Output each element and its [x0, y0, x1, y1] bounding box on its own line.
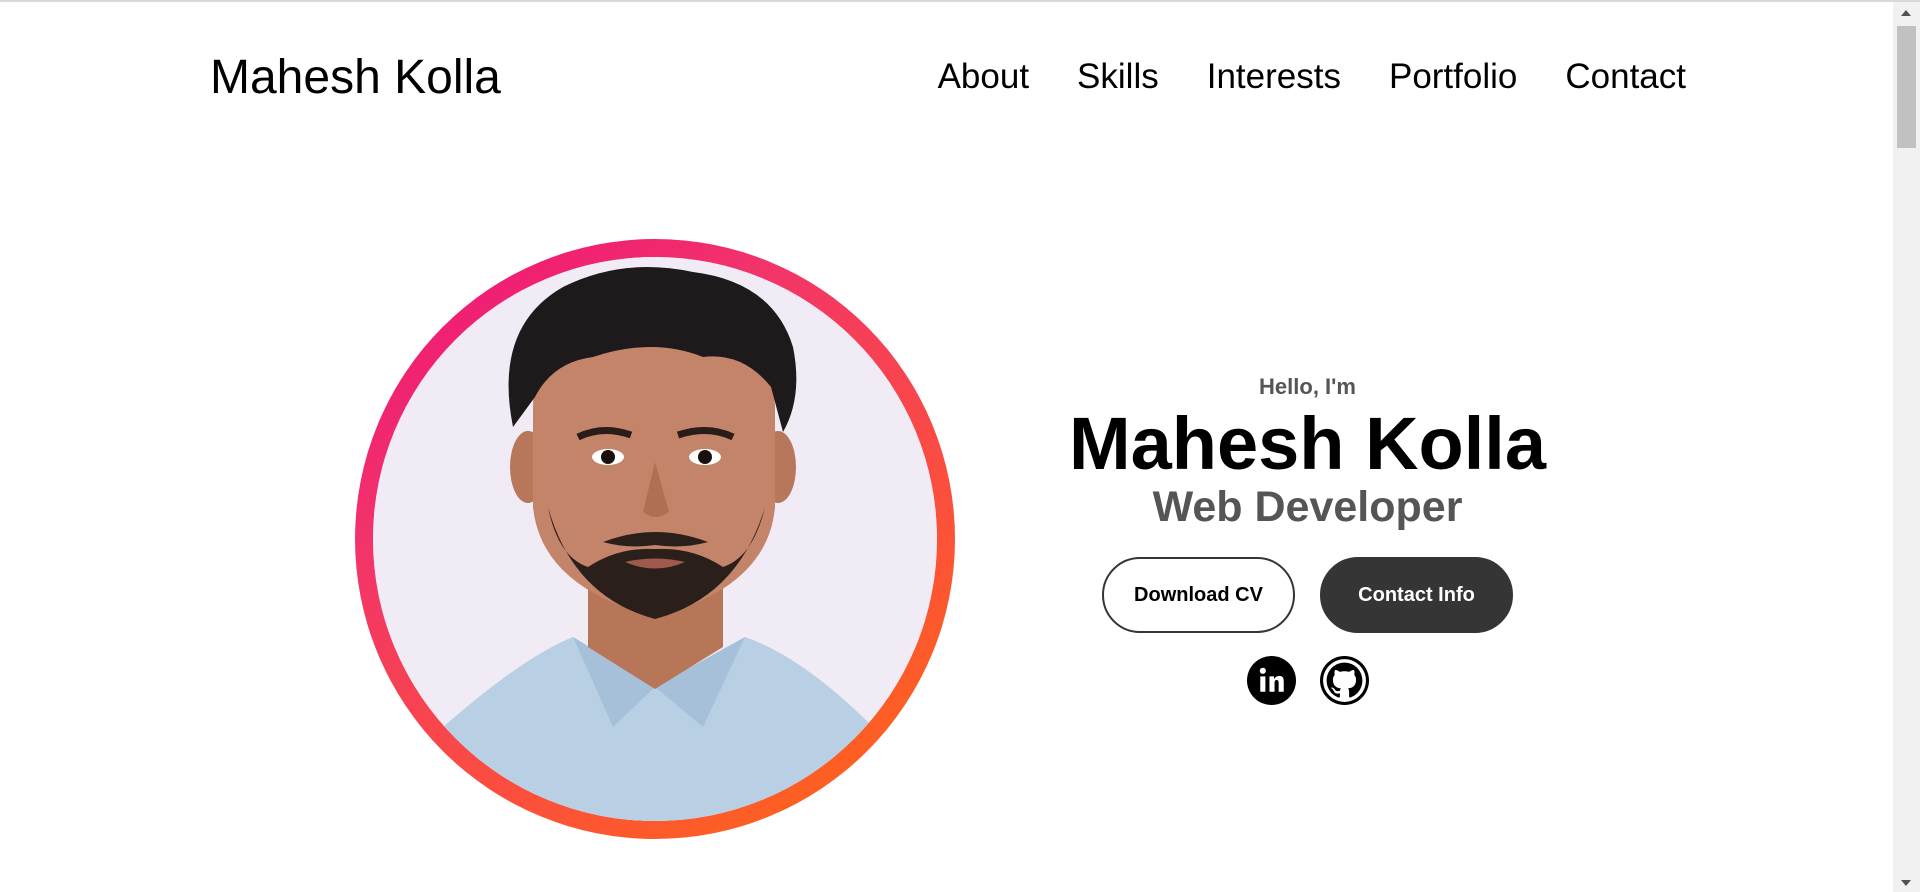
profile-photo-illustration	[373, 257, 937, 821]
hero-role: Web Developer	[1152, 483, 1463, 531]
nav-item-contact: Contact	[1565, 55, 1686, 99]
greeting-text: Hello, I'm	[1259, 374, 1356, 399]
nav-item-about: About	[938, 55, 1029, 99]
nav-item-skills: Skills	[1077, 55, 1159, 99]
nav-link-contact[interactable]: Contact	[1565, 57, 1686, 96]
site-logo[interactable]: Mahesh Kolla	[210, 50, 501, 106]
nav-item-portfolio: Portfolio	[1389, 55, 1517, 99]
profile-picture	[373, 257, 937, 821]
linkedin-icon[interactable]	[1246, 656, 1296, 705]
github-icon[interactable]	[1319, 656, 1369, 705]
scroll-down-arrow-icon[interactable]	[1901, 880, 1911, 886]
nav-link-interests[interactable]: Interests	[1207, 57, 1341, 96]
scrollbar-thumb[interactable]	[1897, 26, 1916, 148]
scroll-up-arrow-icon[interactable]	[1901, 10, 1911, 16]
nav-link-about[interactable]: About	[938, 57, 1029, 96]
nav-link-portfolio[interactable]: Portfolio	[1389, 57, 1517, 96]
top-nav: Mahesh Kolla About Skills Interests Port…	[0, 2, 1893, 152]
nav-item-interests: Interests	[1207, 55, 1341, 99]
profile-picture-ring	[355, 239, 955, 839]
nav-link-skills[interactable]: Skills	[1077, 57, 1159, 96]
social-links	[1060, 656, 1555, 705]
page-viewport: Mahesh Kolla About Skills Interests Port…	[0, 2, 1893, 892]
download-cv-button[interactable]: Download CV	[1102, 557, 1295, 633]
hero-text: Hello, I'm Mahesh Kolla Web Developer Do…	[1060, 372, 1555, 705]
nav-links: About Skills Interests Portfolio Contact	[938, 55, 1686, 99]
hero-buttons: Download CV Contact Info	[1060, 557, 1555, 633]
contact-info-button[interactable]: Contact Info	[1320, 557, 1513, 633]
vertical-scrollbar[interactable]	[1893, 2, 1920, 892]
hero-name: Mahesh Kolla	[1069, 402, 1546, 485]
